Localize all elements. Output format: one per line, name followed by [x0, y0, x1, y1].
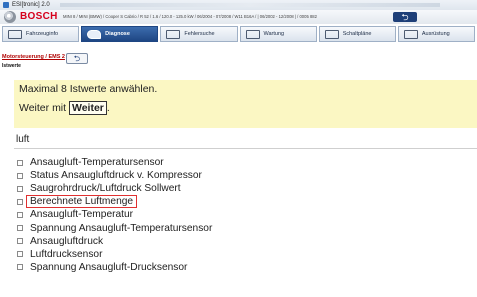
brand-bar: BOSCH MINI 8 / MINI (BMW) / Cooper S Cab… — [0, 10, 477, 24]
list-item-label: Ansaugluft-Temperatur — [30, 209, 134, 221]
tab-wartung[interactable]: Wartung — [239, 26, 317, 42]
list-item-label: Ansaugluft-Temperatursensor — [30, 157, 164, 169]
list-item[interactable]: Saugrohrdruck/Luftdruck Sollwert — [17, 182, 216, 195]
checkbox[interactable] — [17, 185, 23, 192]
instruction-line-2: Weiter mit Weiter. — [19, 101, 110, 115]
search-filter-value[interactable]: luft — [16, 134, 29, 145]
weiter-button[interactable]: Weiter — [68, 101, 107, 115]
checkbox[interactable] — [17, 172, 23, 179]
list-item[interactable]: Status Ansaugluftdruck v. Kompressor — [17, 169, 216, 182]
tab-label: Diagnose — [105, 31, 130, 37]
back-arrow-icon: ⮌ — [401, 12, 409, 22]
checkbox[interactable] — [17, 159, 23, 166]
tab-label: Ausrüstung — [421, 31, 450, 37]
diagnosis-icon — [87, 29, 102, 39]
page-subtitle: Istwerte — [2, 63, 21, 69]
list-item[interactable]: Ansaugluftdruck — [17, 235, 216, 248]
list-item-label: Berechnete Luftmenge — [26, 195, 138, 209]
list-item-highlighted[interactable]: Berechnete Luftmenge — [17, 195, 216, 209]
tab-label: Wartung — [263, 31, 285, 37]
tab-label: Fahrzeuginfo — [26, 31, 59, 37]
checkbox[interactable] — [17, 211, 23, 218]
tab-diagnose[interactable]: Diagnose — [81, 26, 159, 42]
checkbox[interactable] — [17, 264, 23, 271]
tab-schaltplaene[interactable]: Schaltpläne — [318, 26, 396, 42]
checkbox[interactable] — [17, 238, 23, 245]
list-item[interactable]: Luftdrucksensor — [17, 248, 216, 261]
back-button[interactable]: ⮌ — [393, 12, 417, 22]
tab-fehlersuche[interactable]: Fehlersuche — [160, 26, 238, 42]
list-item-label: Saugrohrdruck/Luftdruck Sollwert — [30, 183, 181, 195]
list-item[interactable]: Ansaugluft-Temperatursensor — [17, 156, 216, 169]
list-item-label: Spannung Ansaugluft-Temperatursensor — [30, 222, 213, 234]
instruction-box: Maximal 8 Istwerte anwählen. Weiter mit … — [14, 80, 477, 128]
list-item-label: Status Ansaugluftdruck v. Kompressor — [30, 170, 202, 182]
breadcrumb-back-button[interactable]: ⮌ — [66, 53, 88, 64]
breadcrumb[interactable]: Motorsteuerung / EMS 2 — [2, 54, 65, 60]
list-item-label: Spannung Ansaugluft-Drucksensor — [30, 261, 188, 273]
vehicle-info: MINI 8 / MINI (BMW) / Cooper S Cabrio / … — [63, 14, 317, 19]
brand-name: BOSCH — [20, 11, 58, 22]
window-title: ESI[tronic] 2.0 — [12, 2, 50, 8]
list-item-label: Ansaugluftdruck — [30, 235, 104, 247]
checkbox[interactable] — [17, 198, 23, 205]
result-list: Ansaugluft-Temperatursensor Status Ansau… — [17, 156, 216, 274]
title-bar-fill — [60, 3, 440, 7]
tab-fahrzeuginfo[interactable]: Fahrzeuginfo — [2, 26, 80, 42]
list-item-label: Luftdrucksensor — [30, 248, 103, 260]
instruction-prefix: Weiter mit — [19, 102, 69, 114]
checkbox[interactable] — [17, 251, 23, 258]
equipment-icon — [403, 29, 418, 39]
tab-ausruestung[interactable]: Ausrüstung — [397, 26, 476, 42]
tab-label: Schaltpläne — [342, 31, 372, 37]
wiring-diagram-icon — [324, 29, 339, 39]
maintenance-icon — [245, 29, 260, 39]
car-icon — [8, 29, 22, 39]
troubleshooting-icon — [166, 29, 181, 39]
list-item[interactable]: Spannung Ansaugluft-Drucksensor — [17, 261, 216, 274]
instruction-suffix: . — [106, 102, 110, 114]
checkbox[interactable] — [17, 225, 23, 232]
tab-label: Fehlersuche — [184, 31, 215, 37]
app-icon — [3, 2, 9, 8]
divider — [14, 148, 477, 149]
instruction-line-1: Maximal 8 Istwerte anwählen. — [19, 83, 158, 95]
back-arrow-icon: ⮌ — [73, 54, 81, 63]
title-bar: ESI[tronic] 2.0 — [0, 0, 477, 10]
list-item[interactable]: Spannung Ansaugluft-Temperatursensor — [17, 221, 216, 234]
bosch-logo-icon — [4, 11, 16, 23]
main-tabs: Fahrzeuginfo Diagnose Fehlersuche Wartun… — [2, 26, 476, 42]
list-item[interactable]: Ansaugluft-Temperatur — [17, 208, 216, 221]
